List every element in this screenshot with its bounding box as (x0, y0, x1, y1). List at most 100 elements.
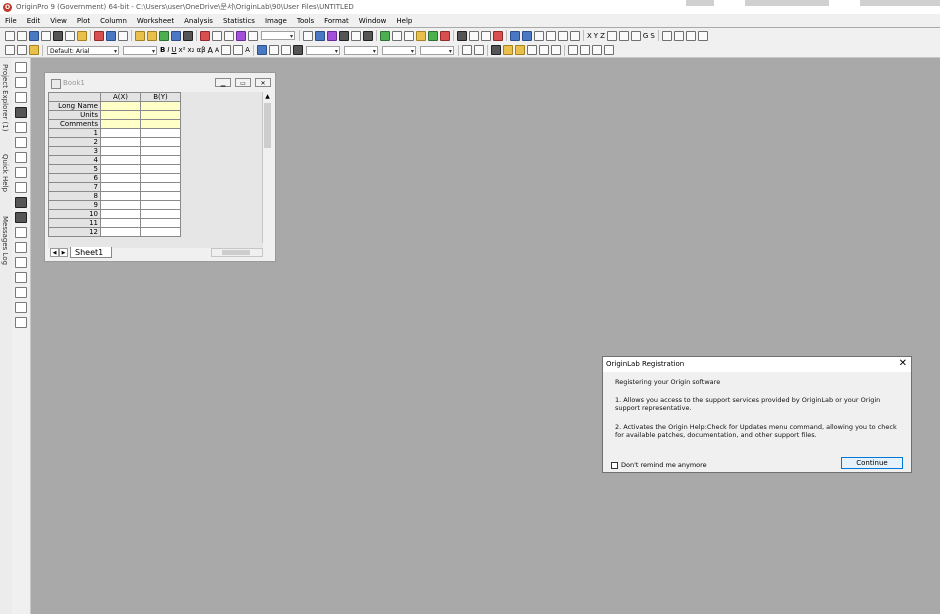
data-cell[interactable] (100, 191, 141, 201)
zoom-in-tool-icon[interactable] (15, 77, 27, 88)
row-header[interactable]: 1 (48, 128, 101, 138)
grid-icon[interactable] (473, 45, 484, 55)
row-header[interactable]: 4 (48, 155, 101, 165)
superscript-button[interactable]: x² (179, 46, 186, 54)
prev-sheet-icon[interactable]: ◀ (50, 248, 59, 257)
zoom-out-tool-icon[interactable] (15, 92, 27, 103)
menu-window[interactable]: Window (354, 17, 392, 25)
left-align-icon[interactable] (221, 45, 232, 55)
menu-format[interactable]: Format (319, 17, 354, 25)
forward-icon[interactable] (514, 45, 525, 55)
row-header[interactable]: 3 (48, 146, 101, 156)
save-template-icon[interactable] (183, 30, 193, 41)
data-cell[interactable] (140, 182, 181, 192)
workbook-title-bar[interactable]: Book1 ▁ ▭ ✕ (45, 73, 275, 93)
maximize-button[interactable] (745, 0, 829, 6)
statistics-icon[interactable] (457, 30, 467, 41)
decrease-font-button[interactable]: A (215, 47, 219, 54)
group-icon[interactable] (538, 45, 549, 55)
font-color-button[interactable]: A (245, 46, 250, 54)
bar-plot-icon[interactable] (522, 30, 532, 41)
row-header[interactable]: 5 (48, 164, 101, 174)
italic-button[interactable]: I (167, 46, 169, 54)
data-reader-tool-icon[interactable] (15, 122, 27, 133)
menu-statistics[interactable]: Statistics (218, 17, 260, 25)
insert-equation-tool-icon[interactable] (15, 287, 27, 298)
new-excel-icon[interactable] (94, 30, 104, 41)
mask-tool-icon[interactable] (15, 182, 27, 193)
data-cell[interactable] (100, 128, 141, 138)
command-window-icon[interactable] (392, 30, 402, 41)
data-cell[interactable] (100, 155, 141, 165)
arrow-tool-icon[interactable] (15, 212, 27, 223)
data-cell[interactable] (100, 200, 141, 210)
column-header-a[interactable]: A(X) (100, 92, 141, 102)
row-header[interactable]: 6 (48, 173, 101, 183)
meta-cell[interactable] (100, 101, 141, 111)
import-ascii-icon[interactable] (212, 30, 222, 41)
menu-file[interactable]: File (0, 17, 22, 25)
vertical-scrollbar[interactable]: ▲ (262, 92, 272, 243)
meta-cell[interactable] (100, 119, 141, 129)
menu-plot[interactable]: Plot (72, 17, 95, 25)
set-as-x-button[interactable]: X (587, 32, 592, 40)
row-header[interactable]: 2 (48, 137, 101, 147)
meta-row-units[interactable]: Units (48, 110, 101, 120)
tab-quick-help[interactable]: Quick Help (1, 154, 9, 192)
script-window-icon[interactable] (404, 30, 414, 41)
dialog-close-icon[interactable]: ✕ (899, 359, 907, 369)
open-icon[interactable] (135, 30, 145, 41)
workbook-minimize-button[interactable]: ▁ (215, 78, 231, 87)
data-cell[interactable] (140, 146, 181, 156)
new-graph-icon[interactable] (29, 30, 39, 41)
tab-messages-log[interactable]: Messages Log (1, 216, 9, 265)
save-project-icon[interactable] (171, 30, 181, 41)
export-icon[interactable] (248, 30, 258, 41)
move-to-last-icon[interactable] (697, 30, 708, 41)
messages-log-icon[interactable] (416, 30, 426, 41)
new-3d-graph-icon[interactable] (106, 30, 116, 41)
import-multiple-icon[interactable] (224, 30, 234, 41)
dialog-title-bar[interactable]: OriginLab Registration ✕ (603, 357, 911, 372)
meta-cell[interactable] (100, 110, 141, 120)
symbol-size-dropdown[interactable] (381, 45, 416, 56)
menu-help[interactable]: Help (391, 17, 417, 25)
close-window-button[interactable] (860, 0, 940, 6)
recalculate-mode-dropdown[interactable] (261, 31, 295, 41)
data-cell[interactable] (100, 218, 141, 228)
data-cell[interactable] (100, 173, 141, 183)
data-cell[interactable] (100, 182, 141, 192)
menu-column[interactable]: Column (95, 17, 132, 25)
data-cell[interactable] (140, 218, 181, 228)
column-plot-icon[interactable] (546, 30, 556, 41)
workbook-window[interactable]: Book1 ▁ ▭ ✕ A(X) B(Y) Long Name Units Co… (44, 72, 276, 262)
set-as-group-button[interactable]: G (643, 32, 648, 40)
text-tool-icon[interactable] (15, 197, 27, 208)
draw-data-tool-icon[interactable] (15, 167, 27, 178)
scatter-plot-icon[interactable] (534, 30, 544, 41)
menu-analysis[interactable]: Analysis (179, 17, 218, 25)
insert-graph-tool-icon[interactable] (15, 272, 27, 283)
apps-icon[interactable] (428, 30, 438, 41)
new-matrix-icon[interactable] (41, 30, 51, 41)
advanced-filter-icon[interactable] (570, 30, 580, 41)
code-builder-icon[interactable] (339, 30, 349, 41)
bold-button[interactable]: B (160, 46, 165, 54)
greek-button[interactable]: αβ (196, 46, 205, 54)
rectangle-tool-icon[interactable] (15, 242, 27, 253)
paste-icon[interactable] (29, 45, 39, 55)
new-project-icon[interactable] (5, 30, 15, 41)
data-selector-tool-icon[interactable] (15, 137, 27, 148)
subscript-button[interactable]: x₂ (188, 46, 195, 54)
move-to-first-icon[interactable] (661, 30, 672, 41)
set-as-y-button[interactable]: Y (594, 32, 598, 40)
line-style-dropdown[interactable] (305, 45, 340, 56)
filter-icon[interactable] (558, 30, 568, 41)
row-header[interactable]: 11 (48, 218, 101, 228)
set-as-error-icon[interactable] (606, 30, 617, 41)
align-right-icon[interactable] (579, 45, 590, 55)
column-header-b[interactable]: B(Y) (140, 92, 181, 102)
data-cell[interactable] (100, 146, 141, 156)
data-cell[interactable] (140, 164, 181, 174)
horizontal-scroll-thumb[interactable] (222, 250, 250, 255)
